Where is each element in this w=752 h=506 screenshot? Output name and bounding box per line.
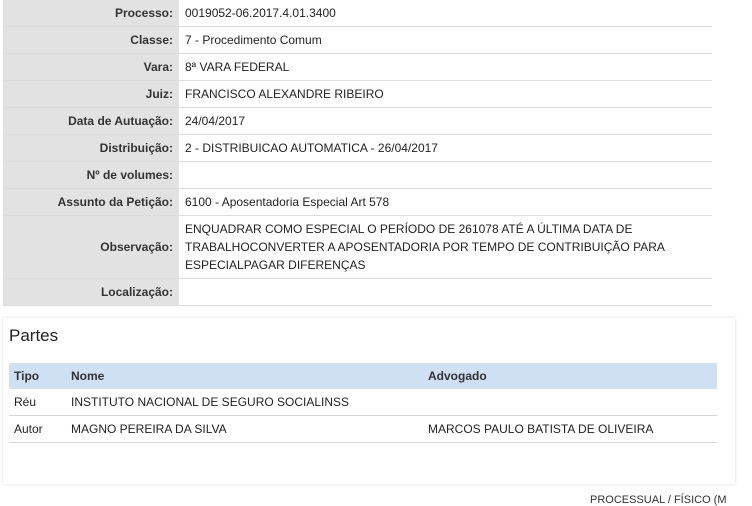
detail-value: 2 - DISTRIBUICAO AUTOMATICA - 26/04/2017 <box>185 141 438 155</box>
observation-line: ENQUADRAR COMO ESPECIAL O PERÍODO DE 261… <box>185 222 633 236</box>
cell-nome: MAGNO PEREIRA DA SILVA <box>66 415 423 443</box>
detail-row-vara: Vara: 8ª VARA FEDERAL <box>3 54 712 81</box>
detail-value: 0019052-06.2017.4.01.3400 <box>185 6 336 20</box>
cell-nome: INSTITUTO NACIONAL DE SEGURO SOCIALINSS <box>66 389 423 416</box>
detail-label: Nº de volumes: <box>3 162 179 188</box>
detail-value: 7 - Procedimento Comum <box>185 33 322 47</box>
column-header-tipo: Tipo <box>9 363 66 389</box>
detail-value: 6100 - Aposentadoria Especial Art 578 <box>185 195 390 209</box>
cell-tipo: Réu <box>9 389 66 416</box>
partes-panel: Partes Tipo Nome Advogado Réu INSTITUTO … <box>3 318 735 484</box>
detail-row-juiz: Juiz: FRANCISCO ALEXANDRE RIBEIRO <box>3 81 712 108</box>
footer-partial-text: PROCESSUAL / FÍSICO (M <box>590 494 727 506</box>
detail-value <box>179 279 712 305</box>
detail-row-volumes: Nº de volumes: <box>3 162 712 189</box>
detail-row-data-autuacao: Data de Autuação: 24/04/2017 <box>3 108 712 135</box>
detail-label: Data de Autuação: <box>3 108 179 134</box>
detail-row-localizacao: Localização: <box>3 279 712 306</box>
column-header-nome: Nome <box>66 363 423 389</box>
partes-heading: Partes <box>9 326 59 345</box>
detail-label: Observação: <box>3 216 179 278</box>
detail-row-processo: Processo: 0019052-06.2017.4.01.3400 <box>3 0 712 27</box>
detail-label: Processo: <box>3 0 179 26</box>
detail-value: FRANCISCO ALEXANDRE RIBEIRO <box>185 87 384 101</box>
observation-line: ESPECIALPAGAR DIFERENÇAS <box>185 258 366 272</box>
table-header-row: Tipo Nome Advogado <box>9 363 717 389</box>
detail-value <box>179 162 712 188</box>
detail-row-observacao: Observação: ENQUADRAR COMO ESPECIAL O PE… <box>3 216 712 279</box>
table-row: Autor MAGNO PEREIRA DA SILVA MARCOS PAUL… <box>9 415 717 443</box>
detail-row-assunto: Assunto da Petição: 6100 - Aposentadoria… <box>3 189 712 216</box>
detail-label: Distribuição: <box>3 135 179 161</box>
observation-line: TRABALHOCONVERTER A APOSENTADORIA POR TE… <box>185 240 665 254</box>
detail-label: Assunto da Petição: <box>3 189 179 215</box>
process-details-table: Processo: 0019052-06.2017.4.01.3400 Clas… <box>3 0 712 306</box>
detail-value: 24/04/2017 <box>185 114 246 128</box>
detail-label: Vara: <box>3 54 179 80</box>
detail-value: ENQUADRAR COMO ESPECIAL O PERÍODO DE 261… <box>179 216 712 278</box>
detail-label: Localização: <box>3 279 179 305</box>
detail-label: Classe: <box>3 27 179 53</box>
partes-table: Tipo Nome Advogado Réu INSTITUTO NACIONA… <box>9 363 717 443</box>
cell-tipo: Autor <box>9 415 66 443</box>
cell-advogado <box>423 389 717 416</box>
cell-advogado: MARCOS PAULO BATISTA DE OLIVEIRA <box>423 415 717 443</box>
column-header-advogado: Advogado <box>423 363 717 389</box>
detail-row-classe: Classe: 7 - Procedimento Comum <box>3 27 712 54</box>
detail-value: 8ª VARA FEDERAL <box>185 60 290 74</box>
detail-label: Juiz: <box>3 81 179 107</box>
detail-row-distribuicao: Distribuição: 2 - DISTRIBUICAO AUTOMATIC… <box>3 135 712 162</box>
table-row: Réu INSTITUTO NACIONAL DE SEGURO SOCIALI… <box>9 389 717 416</box>
